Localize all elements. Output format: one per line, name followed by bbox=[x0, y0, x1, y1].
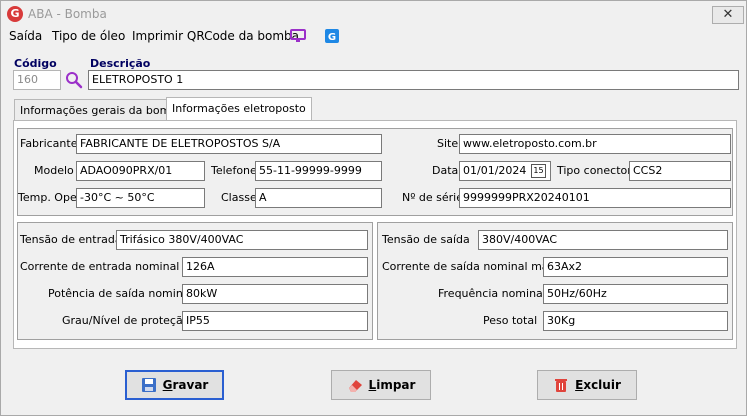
classe-field[interactable]: A bbox=[255, 188, 382, 208]
window-title: ABA - Bomba bbox=[28, 7, 107, 21]
tipo-conector-field[interactable]: CCS2 bbox=[629, 161, 731, 181]
grau-label: Grau/Nível de proteção bbox=[62, 314, 190, 327]
peso-field[interactable]: 30Kg bbox=[543, 311, 728, 331]
menu-imprimir-qrcode[interactable]: Imprimir QRCode da bomba bbox=[132, 29, 299, 43]
fabricante-label: Fabricante bbox=[20, 137, 78, 150]
tab-informacoes-eletroposto[interactable]: Informações eletroposto bbox=[166, 97, 312, 121]
site-label: Site bbox=[437, 137, 459, 150]
peso-label: Peso total bbox=[483, 314, 538, 327]
tensao-saida-label: Tensão de saída bbox=[382, 233, 470, 246]
frequencia-label: Frequência nominal bbox=[438, 287, 546, 300]
search-icon[interactable] bbox=[65, 71, 83, 89]
site-field[interactable]: www.eletroposto.com.br bbox=[459, 134, 731, 154]
corrente-entrada-field[interactable]: 126A bbox=[182, 257, 368, 277]
tipo-conector-label: Tipo conector bbox=[557, 164, 632, 177]
data-label: Data bbox=[432, 164, 459, 177]
app-logo-icon: G bbox=[7, 6, 23, 22]
telefone-label: Telefone bbox=[211, 164, 257, 177]
excluir-label: Excluir bbox=[575, 378, 621, 392]
tensao-saida-field[interactable]: 380V/400VAC bbox=[478, 230, 728, 250]
close-button[interactable]: ✕ bbox=[712, 6, 744, 24]
eraser-icon bbox=[347, 377, 363, 393]
gravar-button[interactable]: Gravar bbox=[125, 370, 224, 400]
menu-bar: Saída Tipo de óleo Imprimir QRCode da bo… bbox=[1, 27, 746, 47]
gravar-label: Gravar bbox=[162, 378, 209, 392]
grau-field[interactable]: IP55 bbox=[182, 311, 368, 331]
modelo-field[interactable]: ADAO090PRX/01 bbox=[76, 161, 205, 181]
entrada-group: Tensão de entrada Trifásico 380V/400VAC … bbox=[17, 222, 373, 340]
save-icon bbox=[141, 377, 157, 393]
app-g-icon[interactable]: G bbox=[324, 28, 340, 44]
tensao-entrada-field[interactable]: Trifásico 380V/400VAC bbox=[116, 230, 368, 250]
descricao-label: Descrição bbox=[90, 57, 151, 70]
general-info-group: Fabricante FABRICANTE DE ELETROPOSTOS S/… bbox=[17, 128, 733, 216]
temp-field[interactable]: -30°C ~ 50°C bbox=[76, 188, 205, 208]
main-window: G ABA - Bomba ✕ Saída Tipo de óleo Impri… bbox=[0, 0, 747, 416]
temp-label: Temp. Ope. bbox=[18, 191, 81, 204]
saida-group: Tensão de saída 380V/400VAC Corrente de … bbox=[377, 222, 733, 340]
limpar-button[interactable]: Limpar bbox=[331, 370, 431, 400]
serie-field[interactable]: 9999999PRX20240101 bbox=[459, 188, 731, 208]
potencia-field[interactable]: 80kW bbox=[182, 284, 368, 304]
telefone-field[interactable]: 55-11-99999-9999 bbox=[255, 161, 382, 181]
tab-informacoes-gerais[interactable]: Informações gerais da bomba bbox=[14, 99, 191, 121]
corrente-saida-field[interactable]: 63Ax2 bbox=[543, 257, 728, 277]
menu-saida[interactable]: Saída bbox=[9, 29, 42, 43]
serie-label: Nº de série bbox=[402, 191, 463, 204]
codigo-label: Código bbox=[14, 57, 57, 70]
frequencia-field[interactable]: 50Hz/60Hz bbox=[543, 284, 728, 304]
fabricante-field[interactable]: FABRICANTE DE ELETROPOSTOS S/A bbox=[76, 134, 382, 154]
trash-icon bbox=[553, 377, 569, 393]
classe-label: Classe bbox=[221, 191, 257, 204]
corrente-saida-label: Corrente de saída nominal máx. bbox=[382, 260, 559, 273]
calendar-icon[interactable]: 15 bbox=[531, 164, 546, 178]
menu-tipo-oleo[interactable]: Tipo de óleo bbox=[52, 29, 125, 43]
modelo-label: Modelo bbox=[34, 164, 74, 177]
excluir-button[interactable]: Excluir bbox=[537, 370, 637, 400]
codigo-field[interactable]: 160 bbox=[13, 70, 61, 90]
title-bar: G ABA - Bomba ✕ bbox=[1, 1, 746, 27]
tensao-entrada-label: Tensão de entrada bbox=[20, 233, 122, 246]
tab-panel: Fabricante FABRICANTE DE ELETROPOSTOS S/… bbox=[13, 120, 737, 349]
descricao-field[interactable]: ELETROPOSTO 1 bbox=[88, 70, 739, 90]
monitor-icon[interactable] bbox=[290, 28, 306, 44]
svg-text:G: G bbox=[328, 32, 336, 43]
limpar-label: Limpar bbox=[368, 378, 416, 392]
potencia-label: Potência de saída nominal bbox=[48, 287, 193, 300]
